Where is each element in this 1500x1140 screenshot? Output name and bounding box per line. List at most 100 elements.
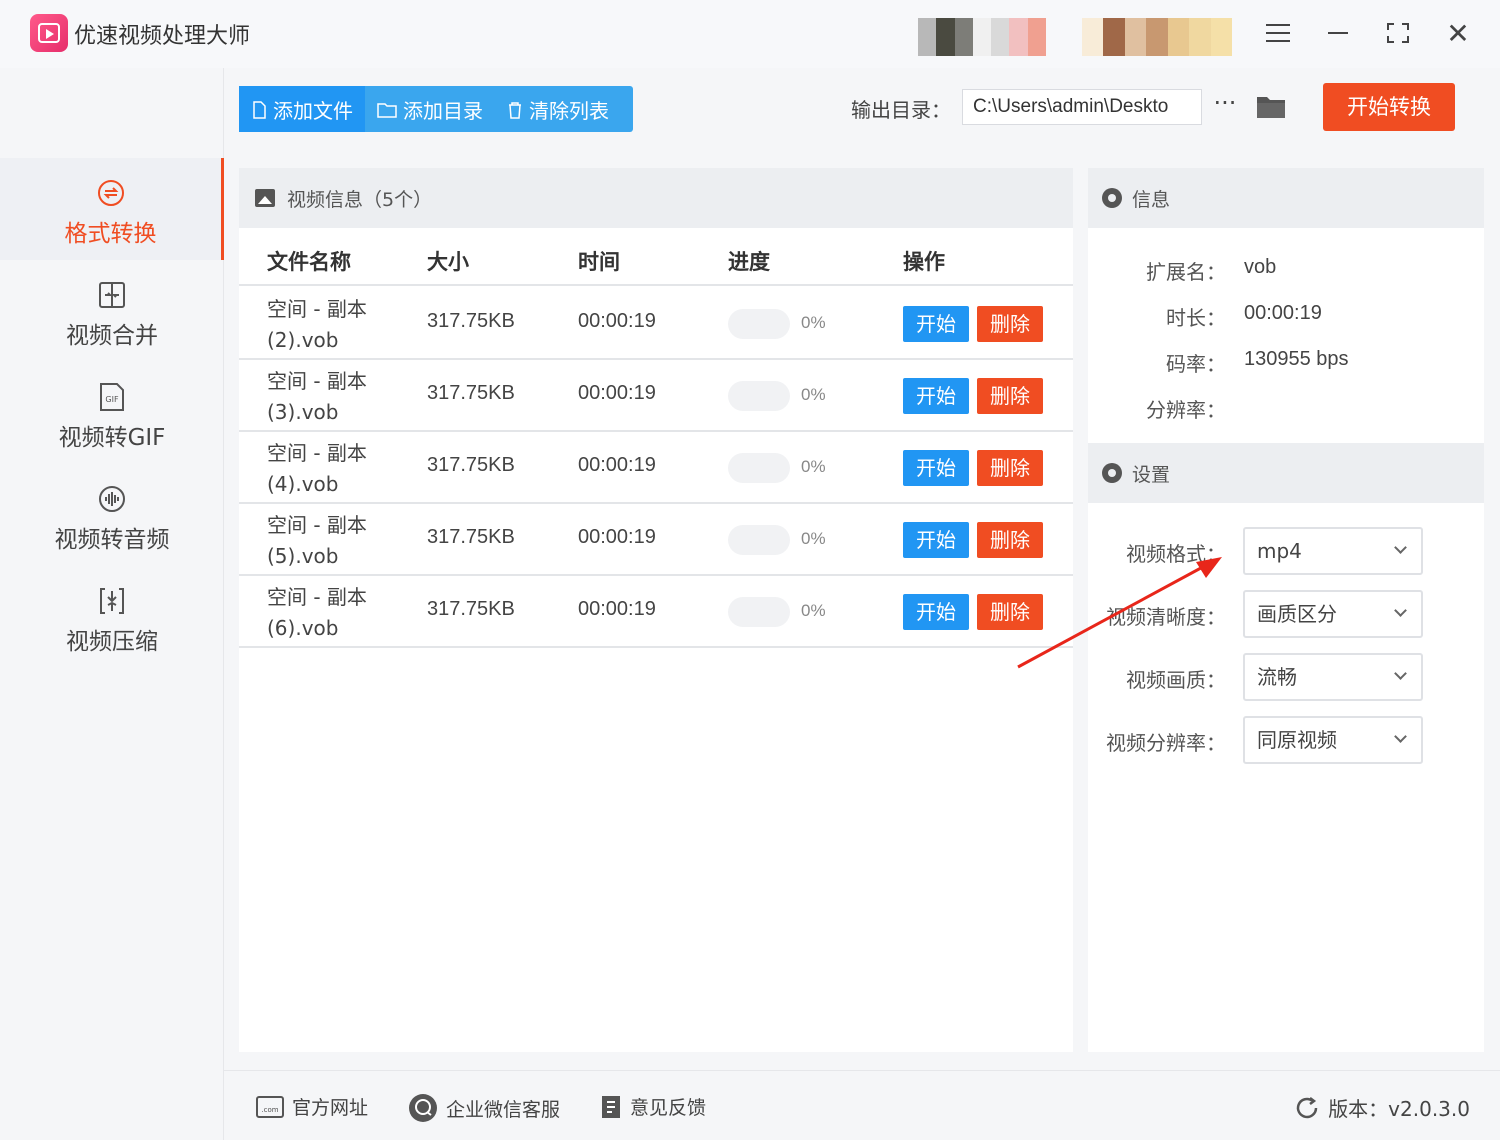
delete-button[interactable]: 删除: [977, 306, 1043, 342]
sidebar-item-video-to-audio[interactable]: 视频转音频: [0, 464, 224, 566]
file-name: 空间 - 副本 (2).vob: [267, 297, 367, 352]
app-logo: [30, 14, 68, 52]
start-button[interactable]: 开始: [903, 450, 969, 486]
duration-label: 时长：: [1166, 306, 1226, 330]
output-dir-input[interactable]: C:\Users\admin\Deskto: [962, 89, 1202, 125]
file-name: 空间 - 副本 (6).vob: [267, 585, 367, 640]
wechat-label: 企业微信客服: [446, 1098, 561, 1121]
table-row[interactable]: 空间 - 副本 (2).vob 317.75KB 00:00:19 0% 开始 …: [239, 288, 1073, 360]
feedback-link[interactable]: 意见反馈: [600, 1093, 706, 1120]
svg-text:.com: .com: [261, 1106, 278, 1114]
progress-bar: [728, 453, 790, 483]
website-link[interactable]: .com 官方网址: [256, 1093, 368, 1120]
delete-button[interactable]: 删除: [977, 594, 1043, 630]
table-row[interactable]: 空间 - 副本 (5).vob 317.75KB 00:00:19 0% 开始 …: [239, 504, 1073, 576]
file-size: 317.75KB: [427, 310, 515, 332]
ext-label: 扩展名：: [1146, 260, 1226, 284]
blurred-username: [1082, 18, 1232, 56]
footer: .com 官方网址 企业微信客服 意见反馈 版本：v2.0.3.0: [224, 1070, 1500, 1140]
delete-button[interactable]: 删除: [977, 378, 1043, 414]
progress-bar: [728, 309, 790, 339]
sidebar-item-label: 视频合并: [66, 323, 158, 349]
chevron-down-icon: [1394, 730, 1407, 743]
open-folder-icon[interactable]: [1255, 94, 1287, 120]
table-header: 文件名称 大小 时间 进度 操作: [239, 228, 1073, 286]
start-button[interactable]: 开始: [903, 306, 969, 342]
file-icon: [251, 100, 267, 119]
table-row[interactable]: 空间 - 副本 (3).vob 317.75KB 00:00:19 0% 开始 …: [239, 360, 1073, 432]
format-label: 视频格式：: [1126, 542, 1226, 566]
file-size: 317.75KB: [427, 526, 515, 548]
add-file-label: 添加文件: [273, 98, 353, 123]
duration-value: 00:00:19: [1244, 302, 1322, 324]
info-title: 信息: [1132, 188, 1171, 211]
website-label: 官方网址: [292, 1097, 369, 1119]
info-section-header: 信息: [1088, 168, 1484, 228]
browse-more-button[interactable]: ···: [1210, 91, 1240, 122]
clear-list-label: 清除列表: [529, 98, 609, 123]
clarity-label: 视频清晰度：: [1106, 605, 1226, 629]
format-select[interactable]: mp4: [1243, 527, 1423, 575]
add-folder-button[interactable]: 添加目录: [365, 86, 495, 132]
col-actions: 操作: [903, 250, 945, 274]
minimize-icon[interactable]: [1318, 14, 1358, 52]
video-resolution-select[interactable]: 同原视频: [1243, 716, 1423, 764]
feedback-label: 意见反馈: [630, 1097, 707, 1119]
app-title: 优速视频处理大师: [74, 24, 251, 49]
progress-text: 0%: [801, 601, 826, 620]
sidebar-item-label: 视频转GIF: [58, 425, 166, 451]
delete-button[interactable]: 删除: [977, 522, 1043, 558]
version-info: 版本：v2.0.3.0: [1294, 1093, 1470, 1122]
add-file-button[interactable]: 添加文件: [239, 86, 365, 132]
table-row[interactable]: 空间 - 副本 (4).vob 317.75KB 00:00:19 0% 开始 …: [239, 432, 1073, 504]
progress-bar: [728, 381, 790, 411]
close-icon[interactable]: ✕: [1438, 14, 1478, 52]
svg-text:GIF: GIF: [105, 395, 119, 404]
start-convert-button[interactable]: 开始转换: [1323, 83, 1455, 131]
file-name: 空间 - 副本 (4).vob: [267, 441, 367, 496]
sidebar-item-video-merge[interactable]: 视频合并: [0, 260, 224, 362]
gif-icon: GIF: [97, 382, 127, 412]
chevron-down-icon: [1394, 667, 1407, 680]
sidebar-item-label: 格式转换: [64, 221, 157, 247]
feedback-icon: [600, 1094, 622, 1120]
table-row[interactable]: 空间 - 副本 (6).vob 317.75KB 00:00:19 0% 开始 …: [239, 576, 1073, 648]
start-button[interactable]: 开始: [903, 378, 969, 414]
progress-bar: [728, 597, 790, 627]
clear-list-button[interactable]: 清除列表: [495, 86, 621, 132]
delete-button[interactable]: 删除: [977, 450, 1043, 486]
file-panel-title: 视频信息（5个）: [287, 188, 433, 211]
file-duration: 00:00:19: [578, 310, 656, 332]
menu-icon[interactable]: [1258, 14, 1298, 52]
col-time: 时间: [578, 250, 620, 274]
folder-icon: [377, 100, 397, 118]
progress-bar: [728, 525, 790, 555]
title-bar: 优速视频处理大师 ✕: [0, 0, 1500, 68]
start-button[interactable]: 开始: [903, 594, 969, 630]
image-icon: [255, 189, 275, 207]
video-merge-icon: [97, 280, 127, 310]
col-size: 大小: [427, 250, 469, 274]
chevron-down-icon: [1394, 541, 1407, 554]
quality-select[interactable]: 流畅: [1243, 653, 1423, 701]
trash-icon: [507, 100, 523, 119]
format-value: mp4: [1257, 539, 1302, 563]
sidebar: 格式转换 视频合并 GIF 视频转GIF 视频转音频 视频压缩: [0, 68, 224, 1140]
maximize-icon[interactable]: [1378, 14, 1418, 52]
file-size: 317.75KB: [427, 454, 515, 476]
start-button[interactable]: 开始: [903, 522, 969, 558]
sidebar-item-format-convert[interactable]: 格式转换: [0, 158, 224, 260]
sidebar-item-video-to-gif[interactable]: GIF 视频转GIF: [0, 362, 224, 464]
file-name: 空间 - 副本 (5).vob: [267, 513, 367, 568]
progress-text: 0%: [801, 313, 826, 332]
add-folder-label: 添加目录: [403, 98, 483, 123]
file-panel-header: 视频信息（5个）: [239, 168, 1073, 228]
clarity-select[interactable]: 画质区分: [1243, 590, 1423, 638]
refresh-icon: [1294, 1095, 1320, 1121]
file-list-panel: 视频信息（5个） 文件名称 大小 时间 进度 操作 空间 - 副本 (2).vo…: [239, 168, 1073, 1052]
output-dir-label: 输出目录：: [851, 98, 951, 122]
version-label: 版本：v2.0.3.0: [1328, 1097, 1470, 1121]
settings-title: 设置: [1132, 463, 1171, 486]
wechat-service-link[interactable]: 企业微信客服: [408, 1093, 560, 1123]
sidebar-item-video-compress[interactable]: 视频压缩: [0, 566, 224, 668]
